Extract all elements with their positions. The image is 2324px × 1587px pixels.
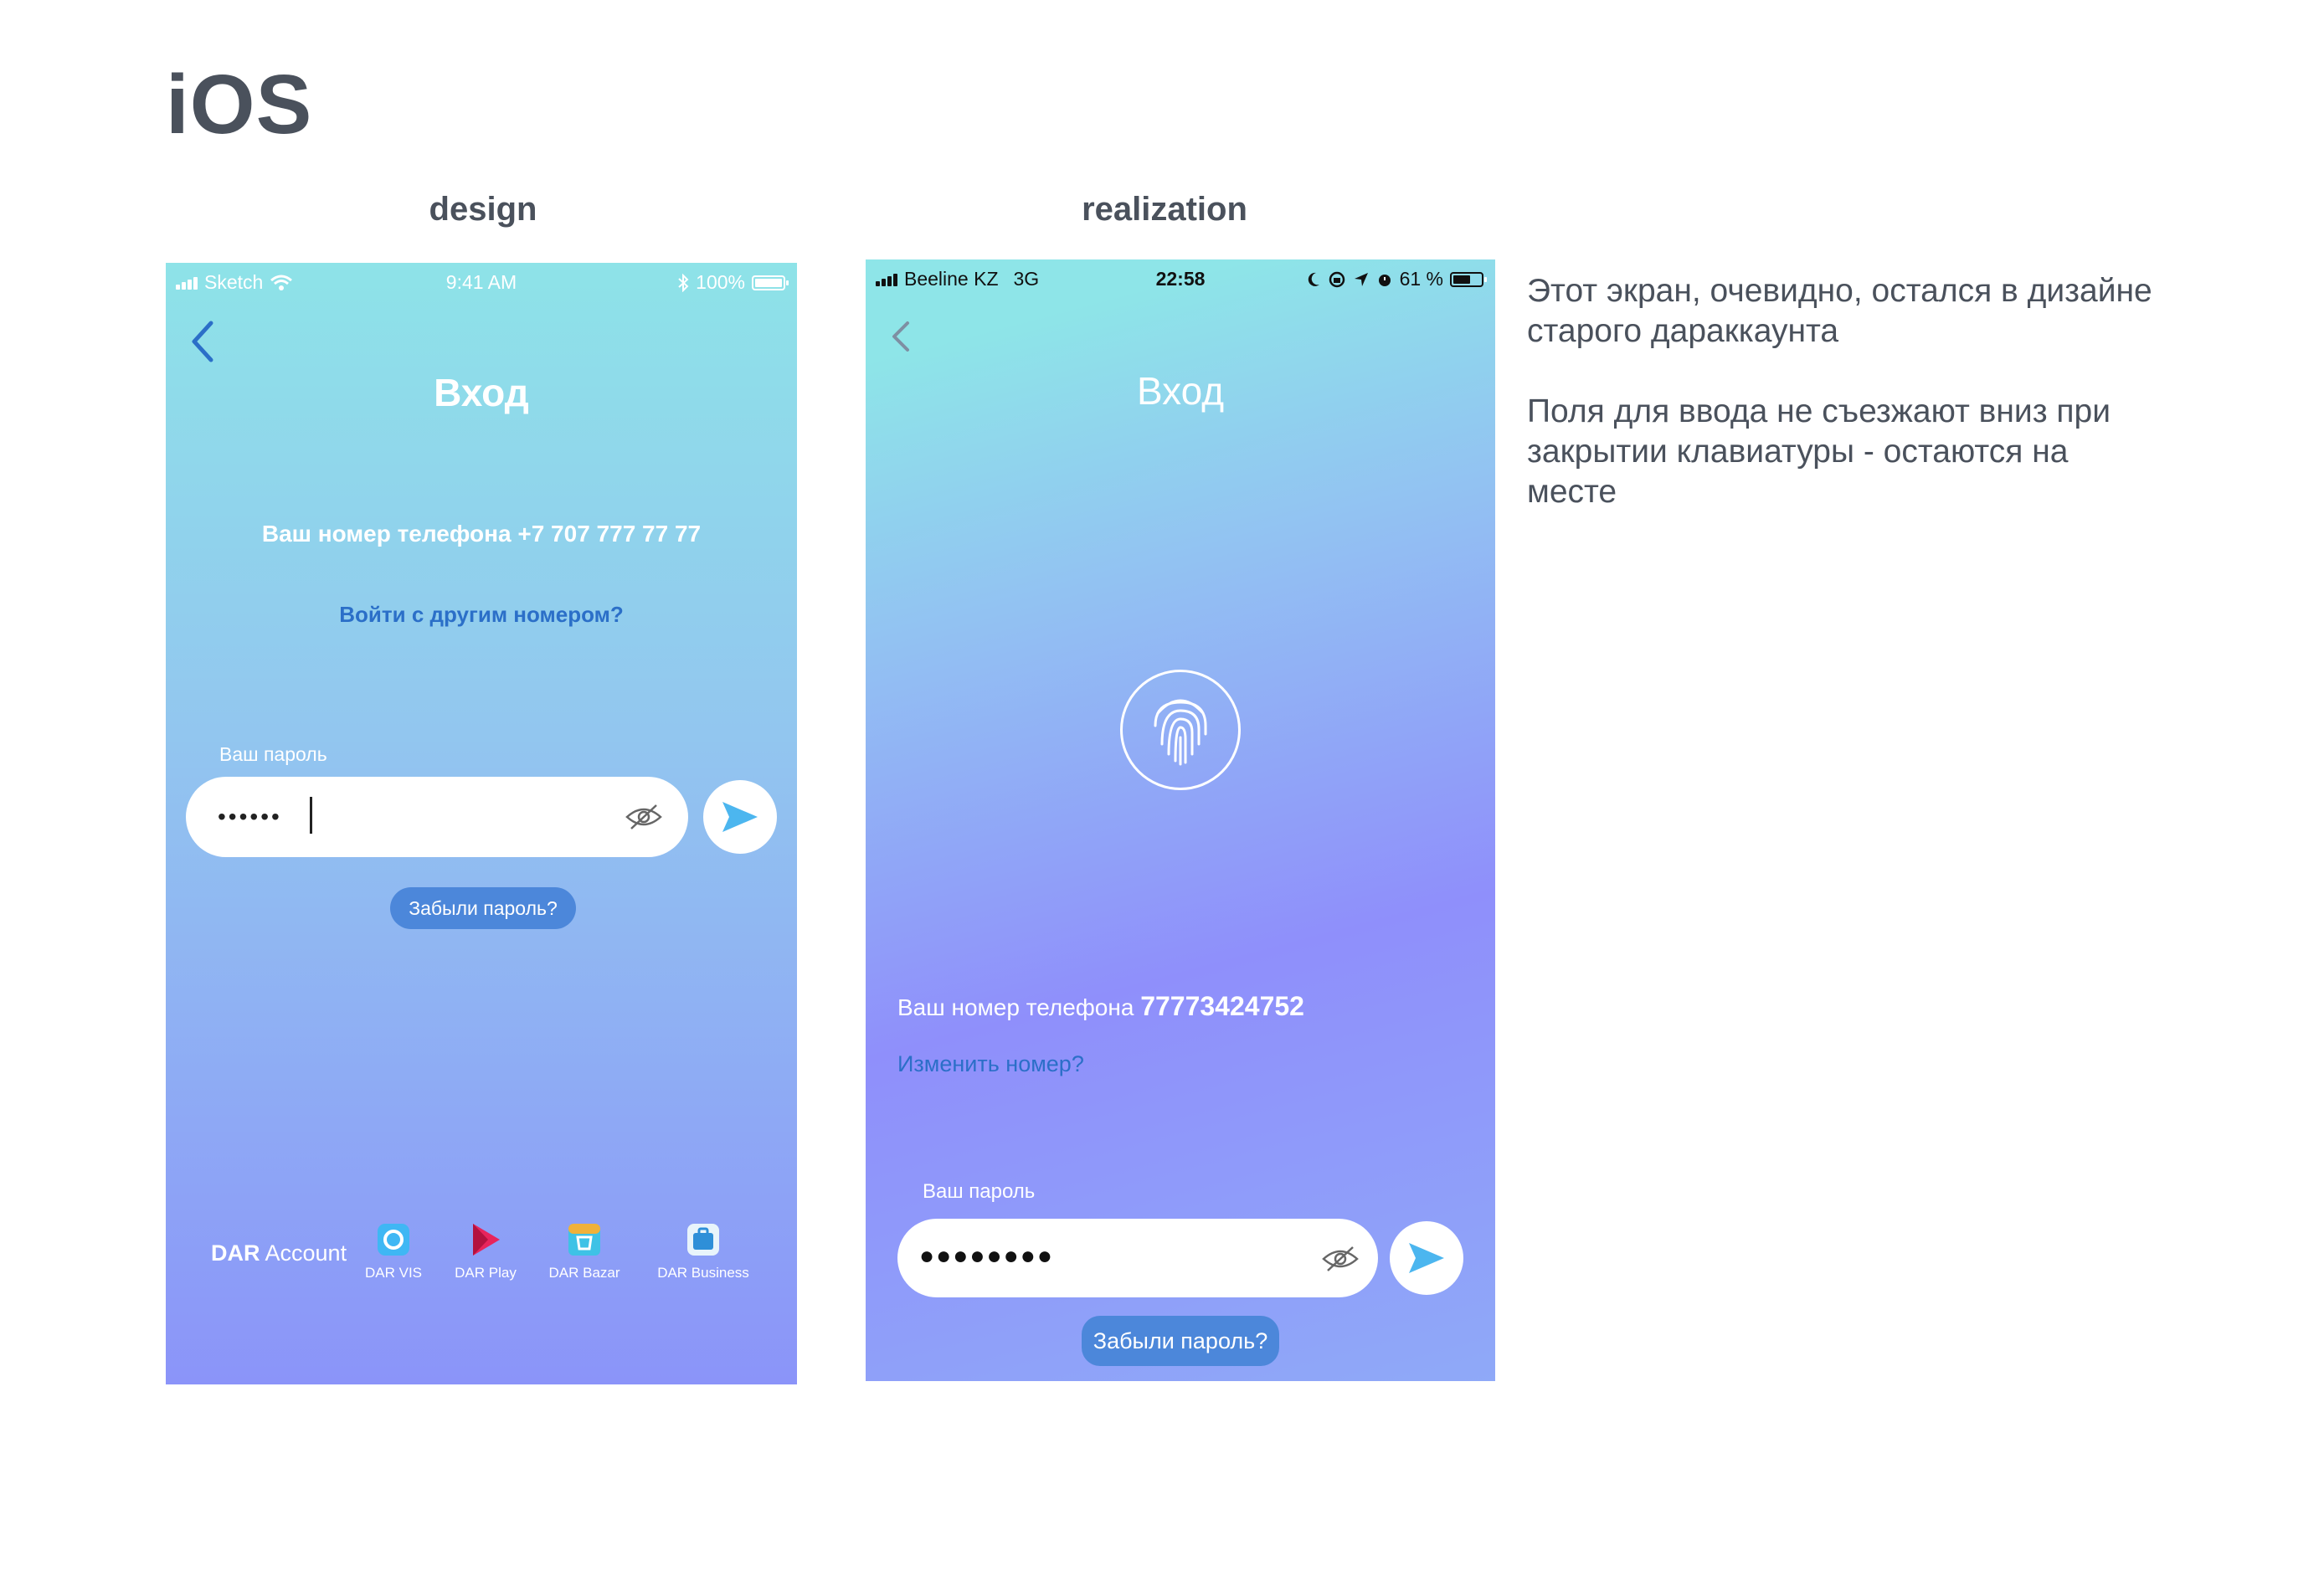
battery-icon [1450, 271, 1487, 287]
battery-percent: 61 % [1399, 268, 1443, 290]
notes: Этот экран, очевидно, остался в дизайне … [1527, 271, 2163, 552]
eye-hidden-icon[interactable] [625, 802, 663, 832]
back-chevron-icon[interactable] [884, 311, 918, 362]
dar-business-icon [687, 1224, 719, 1256]
phone-number-label: Ваш номер телефона +7 707 777 77 77 [261, 521, 702, 547]
alarm-icon [1378, 274, 1391, 286]
rotation-lock-icon [1329, 271, 1345, 287]
screen-title: Вход [1136, 369, 1225, 413]
app-label: DAR Bazar [548, 1265, 620, 1281]
send-arrow-icon [722, 802, 758, 832]
dar-play-icon [473, 1224, 500, 1256]
password-label: Ваш пароль [923, 1180, 1036, 1203]
eye-hidden-icon[interactable] [1321, 1244, 1360, 1274]
back-chevron-icon[interactable] [186, 316, 219, 367]
design-phone-screen: Sketch 9:41 AM 100% Вход Ваш номер телеф… [166, 263, 797, 1384]
app-label: DAR VIS [364, 1265, 423, 1281]
text-cursor [310, 797, 312, 834]
brand-light: Account [265, 1240, 347, 1266]
change-number-link[interactable]: Изменить номер? [897, 1051, 1084, 1077]
page-title: iOS [166, 58, 313, 152]
other-number-link[interactable]: Войти с другим номером? [166, 602, 797, 628]
app-dar-play[interactable]: DAR Play [450, 1222, 521, 1281]
app-label: DAR Business [657, 1265, 749, 1281]
brand-bold: DAR [211, 1240, 260, 1266]
password-input[interactable]: •••••• [218, 804, 282, 830]
dar-account-logo: DAR Account [211, 1240, 347, 1266]
battery-percent: 100% [696, 271, 745, 293]
password-field[interactable]: •••••• [186, 777, 688, 857]
phone-number-label: Ваш номер телефона 77773424752 [897, 991, 1304, 1022]
moon-icon [1308, 272, 1319, 286]
note-1: Этот экран, очевидно, остался в дизайне … [1527, 273, 2152, 349]
status-bar: Beeline KZ 3G 22:58 61 % [866, 259, 1495, 296]
design-column-label: design [429, 191, 537, 228]
bluetooth-icon [678, 273, 689, 292]
dar-bazar-icon [568, 1224, 600, 1256]
forgot-password-button[interactable]: Забыли пароль? [1082, 1316, 1279, 1366]
phone-number-value: 77773424752 [1140, 991, 1304, 1021]
send-arrow-icon [1409, 1243, 1444, 1273]
send-button[interactable] [703, 780, 777, 854]
status-bar: Sketch 9:41 AM 100% [166, 263, 797, 300]
forgot-password-button[interactable]: Забыли пароль? [390, 887, 576, 929]
phone-label-text: Ваш номер телефона [897, 994, 1134, 1020]
app-dar-vis[interactable]: DAR VIS [360, 1222, 427, 1281]
battery-icon [752, 275, 789, 290]
realization-column-label: realization [1082, 191, 1247, 228]
send-button[interactable] [1390, 1221, 1463, 1295]
screen-title: Вход [434, 371, 529, 414]
realization-phone-screen: Beeline KZ 3G 22:58 61 % Вход Ваш номер … [866, 259, 1495, 1381]
dar-vis-icon [378, 1224, 409, 1256]
password-label: Ваш пароль [219, 743, 327, 765]
app-dar-bazar[interactable]: DAR Bazar [542, 1222, 626, 1281]
fingerprint-icon [1154, 699, 1207, 766]
app-dar-business[interactable]: DAR Business [651, 1222, 755, 1281]
note-2: Поля для ввода не съезжают вниз при закр… [1527, 393, 2111, 510]
password-input[interactable]: ●●●●●●●● [919, 1242, 1054, 1271]
fingerprint-button[interactable] [1120, 670, 1241, 790]
app-label: DAR Play [455, 1265, 517, 1281]
password-field[interactable]: ●●●●●●●● [897, 1219, 1378, 1297]
location-icon [1354, 272, 1368, 286]
